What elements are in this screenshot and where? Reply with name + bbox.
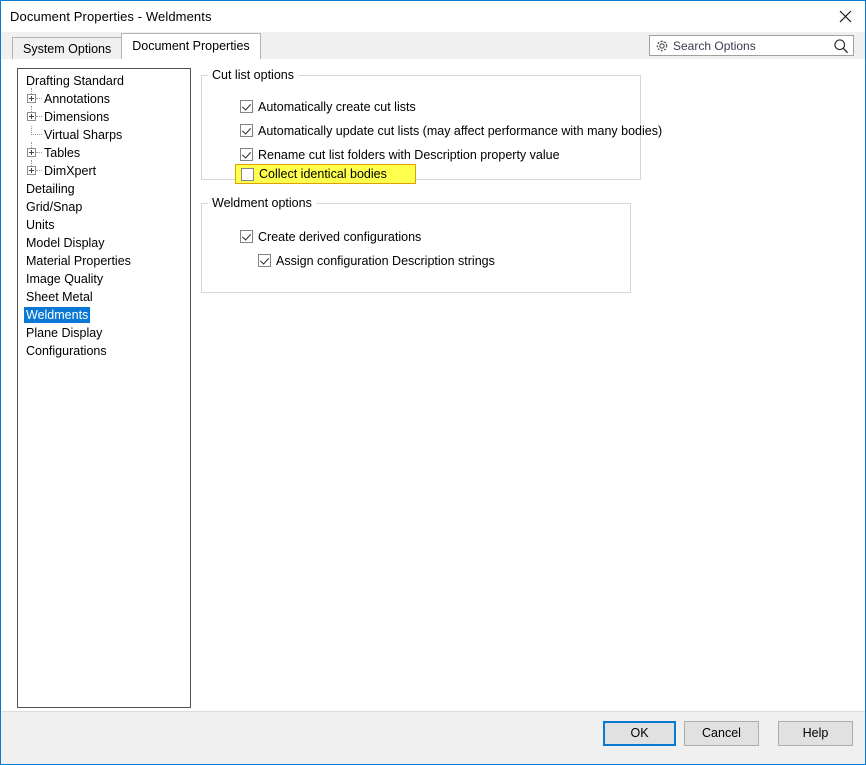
checkbox-create-derived-configurations[interactable]: Create derived configurations — [240, 228, 421, 245]
tree-item-label: Dimensions — [44, 110, 110, 124]
tree-item-label: Sheet Metal — [26, 290, 93, 304]
tree-item-image-quality[interactable]: Image Quality — [18, 270, 190, 288]
tree-item-drafting-standard[interactable]: Drafting Standard — [18, 72, 190, 90]
tree-item-sheet-metal[interactable]: Sheet Metal — [18, 288, 190, 306]
cut-list-options-group: Cut list options Automatically create cu… — [201, 68, 662, 184]
checkbox-label: Assign configuration Description strings — [276, 253, 495, 268]
checkbox-label: Automatically create cut lists — [258, 99, 416, 114]
tree-item-label: Material Properties — [26, 254, 131, 268]
checkbox-icon[interactable] — [240, 230, 253, 243]
tree-item-label: Drafting Standard — [26, 74, 124, 88]
tree-item-label: Detailing — [26, 182, 75, 196]
tree-item-configurations[interactable]: Configurations — [18, 342, 190, 360]
tree-item-material-properties[interactable]: Material Properties — [18, 252, 190, 270]
tree-item-grid-snap[interactable]: Grid/Snap — [18, 198, 190, 216]
dialog-body: Drafting Standard Annotations Dimensions… — [1, 59, 865, 711]
tree-item-model-display[interactable]: Model Display — [18, 234, 190, 252]
checkbox-icon[interactable] — [240, 124, 253, 137]
tree-item-label: Image Quality — [26, 272, 104, 286]
document-properties-dialog: Document Properties - Weldments System O… — [0, 0, 866, 765]
tab-system-options[interactable]: System Options — [12, 37, 123, 59]
gear-icon — [653, 39, 670, 53]
help-button[interactable]: Help — [778, 721, 853, 746]
tree-item-label: Tables — [44, 146, 81, 160]
tree-item-label: Model Display — [26, 236, 105, 250]
tree-item-label: Units — [26, 218, 55, 232]
tree-item-dimxpert[interactable]: DimXpert — [18, 160, 190, 180]
cancel-button[interactable]: Cancel — [684, 721, 759, 746]
tree-leaf-icon — [24, 126, 42, 144]
checkbox-automatically-update-cut-lists[interactable]: Automatically update cut lists (may affe… — [240, 122, 662, 139]
checkbox-label: Collect identical bodies — [259, 167, 387, 181]
checkbox-label: Automatically update cut lists (may affe… — [258, 123, 663, 138]
tree-item-virtual-sharps[interactable]: Virtual Sharps — [18, 126, 190, 144]
weldment-options-legend: Weldment options — [212, 196, 312, 210]
dialog-footer: OK Cancel Help — [1, 711, 865, 764]
checkbox-icon[interactable] — [258, 254, 271, 267]
tree-item-detailing[interactable]: Detailing — [18, 180, 190, 198]
cut-list-options-legend: Cut list options — [212, 68, 294, 82]
close-icon[interactable] — [825, 1, 865, 31]
expand-plus-icon[interactable] — [24, 160, 42, 180]
checkbox-label: Create derived configurations — [258, 229, 422, 244]
weldment-options-group: Weldment options Create derived configur… — [201, 196, 631, 293]
checkbox-collect-identical-bodies[interactable]: Collect identical bodies — [235, 164, 416, 184]
tree-item-label: Virtual Sharps — [44, 128, 123, 142]
search-icon[interactable] — [831, 38, 850, 54]
expand-plus-icon[interactable] — [24, 142, 42, 162]
tab-strip: System Options Document Properties Searc… — [1, 32, 865, 59]
tree-item-label: Grid/Snap — [26, 200, 83, 214]
checkbox-assign-configuration-description-strings[interactable]: Assign configuration Description strings — [258, 252, 495, 269]
expand-plus-icon[interactable] — [24, 106, 42, 126]
settings-tree[interactable]: Drafting Standard Annotations Dimensions… — [17, 68, 191, 708]
search-input[interactable]: Search Options — [670, 39, 831, 53]
window-title: Document Properties - Weldments — [10, 9, 212, 24]
checkbox-icon[interactable] — [240, 148, 253, 161]
tree-item-weldments[interactable]: Weldments — [18, 306, 190, 324]
search-options-box[interactable]: Search Options — [649, 35, 854, 56]
tab-document-properties[interactable]: Document Properties — [121, 33, 261, 59]
tree-item-annotations[interactable]: Annotations — [18, 88, 190, 108]
checkbox-icon[interactable] — [241, 167, 254, 181]
tree-item-label: DimXpert — [44, 164, 97, 178]
checkbox-automatically-create-cut-lists[interactable]: Automatically create cut lists — [240, 98, 416, 115]
tree-item-label: Annotations — [44, 92, 111, 106]
tree-item-label: Plane Display — [26, 326, 103, 340]
tree-item-tables[interactable]: Tables — [18, 142, 190, 162]
checkbox-icon[interactable] — [240, 100, 253, 113]
tree-item-dimensions[interactable]: Dimensions — [18, 106, 190, 126]
expand-plus-icon[interactable] — [24, 88, 42, 108]
checkbox-label: Rename cut list folders with Description… — [258, 147, 560, 162]
tree-item-plane-display[interactable]: Plane Display — [18, 324, 190, 342]
ok-button[interactable]: OK — [603, 721, 676, 746]
tree-item-label: Configurations — [26, 344, 107, 358]
tree-item-label: Weldments — [24, 307, 91, 323]
tree-item-units[interactable]: Units — [18, 216, 190, 234]
title-bar: Document Properties - Weldments — [1, 1, 865, 32]
checkbox-rename-cut-list-folders[interactable]: Rename cut list folders with Description… — [240, 146, 560, 163]
